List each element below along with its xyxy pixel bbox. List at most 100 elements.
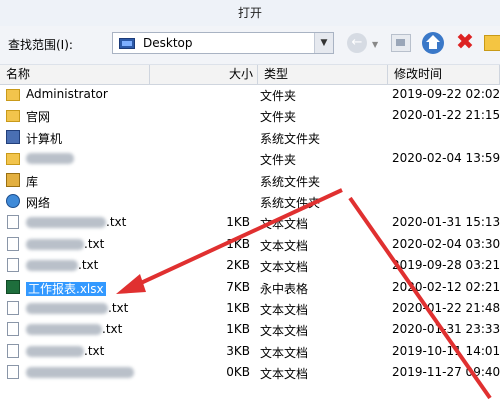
file-size: 1KB	[226, 322, 250, 337]
file-type: 文件夹	[260, 89, 297, 103]
file-size: 2KB	[226, 258, 250, 273]
file-name: .txt	[26, 237, 104, 251]
file-icon	[7, 301, 19, 315]
column-date[interactable]: 修改时间	[388, 65, 500, 84]
window-title: 打开	[237, 6, 262, 20]
file-name: .txt	[26, 322, 122, 336]
file-size: 1KB	[226, 215, 250, 230]
file-type: 文本文档	[260, 303, 309, 317]
file-size: 1KB	[226, 236, 250, 251]
file-name: .txt	[26, 258, 98, 272]
file-row[interactable]: 0KB 文本文档 2019-11-27 09:40	[0, 362, 500, 383]
file-date: 2020-02-12 02:21	[392, 279, 500, 294]
file-type: 文本文档	[260, 345, 309, 360]
toolbar: 查找范围(I): Desktop ▼ ← ▼ ✖	[0, 26, 500, 64]
file-row[interactable]: .txt 1KB 文本文档 2020-02-04 03:30	[0, 234, 500, 255]
file-row[interactable]: Administrator 文件夹 2019-09-22 02:02	[0, 84, 500, 105]
file-type: 系统文件夹	[260, 196, 321, 210]
file-type: 文本文档	[260, 324, 309, 339]
delete-icon: ✖	[455, 30, 475, 55]
file-date: 2019-09-22 02:02	[392, 87, 500, 101]
look-in-label: 查找范围(I):	[8, 38, 73, 52]
file-row[interactable]: 库 系统文件夹	[0, 170, 500, 191]
home-icon	[422, 32, 444, 54]
column-type[interactable]: 类型	[258, 65, 388, 84]
file-name-text: 官网	[26, 110, 51, 125]
new-folder-icon	[484, 35, 500, 51]
up-folder-icon	[391, 34, 411, 52]
network-icon	[6, 194, 20, 208]
file-row[interactable]: .txt 1KB 文本文档 2020-01-31 23:33	[0, 319, 500, 340]
excel-icon	[6, 279, 20, 294]
back-dropdown-icon[interactable]: ▼	[372, 40, 378, 49]
file-type: 永中表格	[260, 281, 309, 296]
column-name[interactable]: 名称	[0, 65, 150, 84]
file-row[interactable]: .txt 1KB 文本文档 2020-01-22 21:48	[0, 298, 500, 319]
chevron-down-icon[interactable]: ▼	[314, 33, 333, 53]
back-button[interactable]: ←	[344, 30, 370, 56]
file-name: 计算机	[26, 130, 62, 147]
file-name: .txt	[26, 215, 126, 229]
file-name-text: 计算机	[26, 131, 63, 146]
new-folder-button[interactable]	[480, 30, 500, 56]
file-name: Administrator	[26, 87, 108, 101]
file-name-text: .txt	[84, 343, 105, 358]
look-in-value: Desktop	[143, 36, 193, 50]
home-button[interactable]	[420, 30, 446, 56]
file-date: 2020-01-22 21:48	[392, 301, 500, 315]
file-icon	[7, 258, 19, 273]
file-type: 文本文档	[260, 260, 309, 275]
file-row[interactable]: 网络 系统文件夹	[0, 191, 500, 212]
file-name-text: .txt	[106, 215, 127, 230]
file-name: 库	[26, 173, 38, 190]
column-size[interactable]: 大小	[150, 65, 258, 84]
file-date: 2020-01-31 23:33	[392, 322, 500, 337]
file-row[interactable]: 官网 文件夹 2020-01-22 21:15	[0, 105, 500, 126]
file-row[interactable]: .txt 3KB 文本文档 2019-10-11 14:01	[0, 341, 500, 362]
redacted-text	[26, 217, 106, 229]
file-date: 2020-02-04 03:30	[392, 236, 500, 251]
file-icon	[7, 343, 19, 358]
file-name	[26, 151, 74, 165]
redacted-text	[26, 324, 102, 336]
file-name-text: 库	[26, 174, 39, 189]
file-date: 2019-11-27 09:40	[392, 365, 500, 380]
file-row-selected[interactable]: 工作报表.xlsx 7KB 永中表格 2020-02-12 02:21	[0, 277, 500, 298]
file-name-text: .txt	[84, 236, 105, 251]
file-name: .txt	[26, 344, 104, 358]
file-type: 文本文档	[260, 367, 309, 382]
file-type: 文本文档	[260, 238, 309, 253]
file-name-text: 工作报表.xlsx	[26, 281, 106, 296]
file-icon	[7, 236, 19, 251]
file-row[interactable]: .txt 1KB 文本文档 2020-01-31 15:13	[0, 212, 500, 233]
file-icon	[7, 322, 19, 337]
file-name-text: Administrator	[26, 87, 108, 101]
title-bar: 打开	[0, 0, 500, 27]
file-name-text: .txt	[108, 301, 129, 315]
file-name: 网络	[26, 194, 50, 211]
file-date: 2019-10-11 14:01	[392, 343, 500, 358]
computer-icon	[6, 129, 20, 144]
file-icon	[7, 365, 19, 380]
file-row[interactable]: .txt 2KB 文本文档 2019-09-28 03:21	[0, 255, 500, 276]
look-in-dropdown[interactable]: Desktop ▼	[112, 32, 334, 54]
file-icon	[7, 215, 19, 230]
file-date: 2020-01-22 21:15	[392, 108, 500, 123]
file-type: 系统文件夹	[260, 174, 321, 189]
folder-icon	[6, 110, 20, 123]
desktop-icon	[119, 38, 135, 49]
file-name-text: 网络	[26, 196, 51, 210]
redacted-text	[26, 238, 84, 250]
redacted-text	[26, 367, 134, 379]
delete-button[interactable]: ✖	[452, 30, 478, 56]
file-name: .txt	[26, 301, 128, 315]
folder-icon	[6, 153, 20, 166]
file-row[interactable]: 文件夹 2020-02-04 13:59	[0, 148, 500, 169]
file-size: 1KB	[226, 301, 250, 315]
column-header: 名称 大小 类型 修改时间	[0, 64, 500, 85]
up-folder-button[interactable]	[388, 30, 414, 56]
file-name: 官网	[26, 108, 50, 125]
file-row[interactable]: 计算机 系统文件夹	[0, 127, 500, 148]
file-name: 工作报表.xlsx	[26, 280, 106, 297]
file-name-text: .txt	[78, 258, 99, 273]
